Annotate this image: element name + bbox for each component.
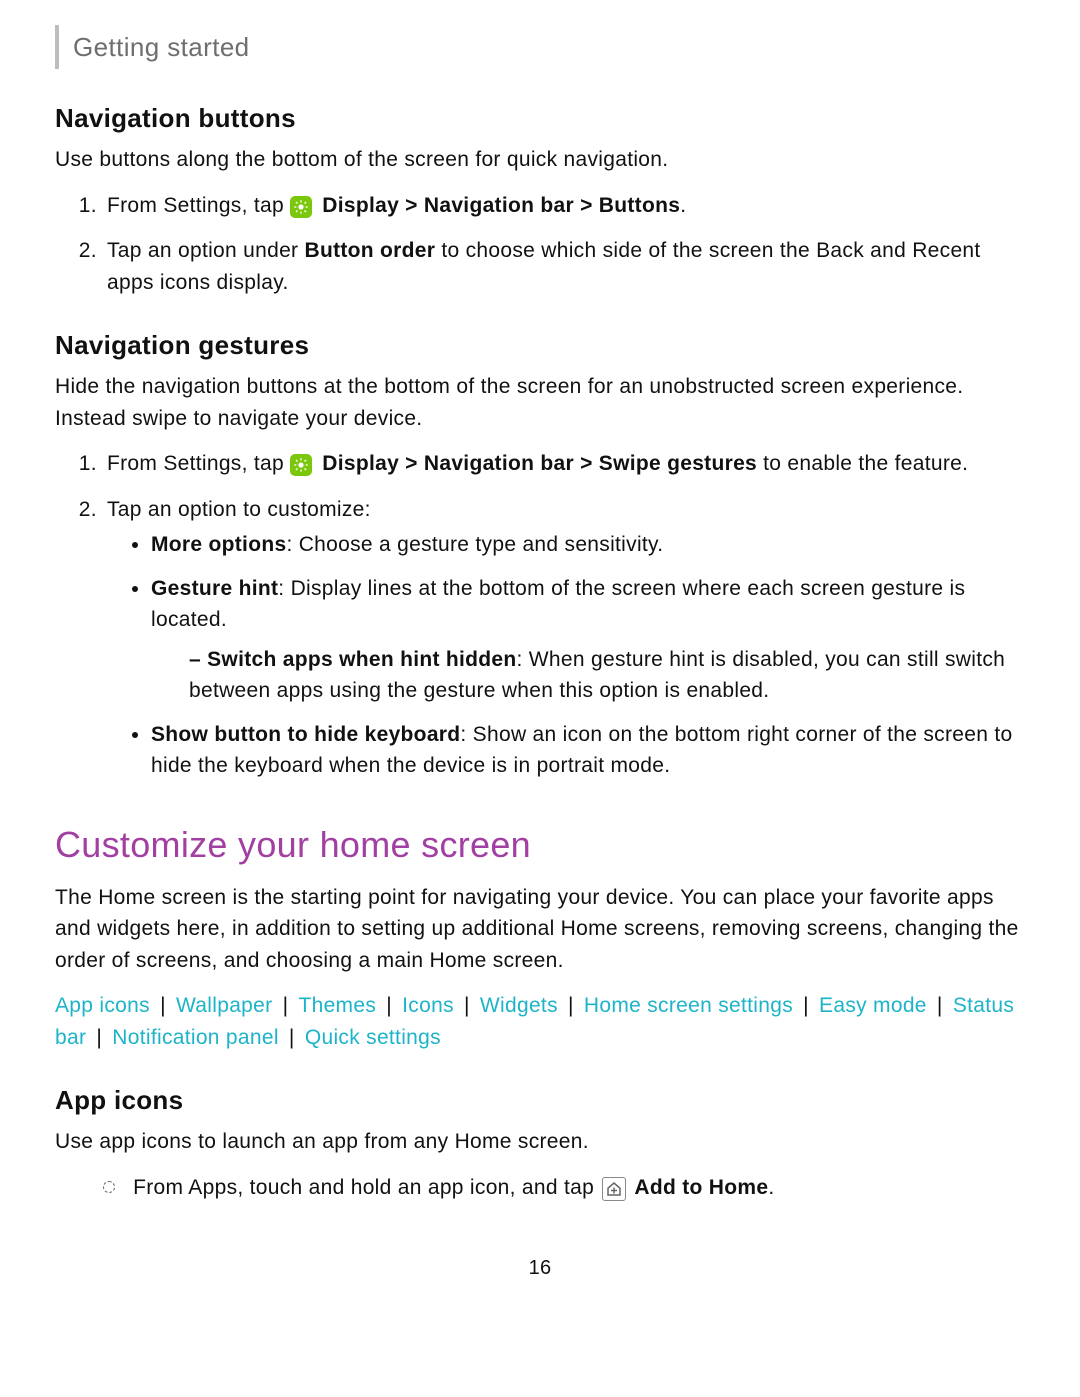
text: From Apps, touch and hold an app icon, a… xyxy=(133,1176,600,1199)
app-icons-steps: From Apps, touch and hold an app icon, a… xyxy=(55,1172,1025,1204)
link-icons[interactable]: Icons xyxy=(402,994,454,1017)
link-separator: | xyxy=(283,1026,301,1049)
option-show-button: Show button to hide keyboard: Show an ic… xyxy=(151,719,1025,782)
option-more-options: More options: Choose a gesture type and … xyxy=(151,529,1025,561)
breadcrumb: Getting started xyxy=(55,25,1025,69)
section-nav-buttons-title: Navigation buttons xyxy=(55,99,1025,138)
text: : Choose a gesture type and sensitivity. xyxy=(286,533,663,556)
page-number: 16 xyxy=(55,1253,1025,1283)
nav-gestures-steps: From Settings, tap Display > Navigation … xyxy=(55,448,1025,782)
customize-options: More options: Choose a gesture type and … xyxy=(107,529,1025,782)
text: Tap an option to customize: xyxy=(107,498,371,521)
display-icon xyxy=(290,196,312,218)
text-bold: Add to Home xyxy=(634,1176,768,1199)
link-separator: | xyxy=(276,994,294,1017)
link-separator: | xyxy=(380,994,398,1017)
text-bold: Display > Navigation bar > Buttons xyxy=(322,194,680,217)
link-widgets[interactable]: Widgets xyxy=(480,994,558,1017)
label: Show button to hide keyboard xyxy=(151,723,460,746)
label: Gesture hint xyxy=(151,577,278,600)
nav-gestures-step-2: Tap an option to customize: More options… xyxy=(103,494,1025,782)
text-bold: Button order xyxy=(304,239,435,262)
nav-buttons-intro: Use buttons along the bottom of the scre… xyxy=(55,144,1025,176)
nav-buttons-step-2: Tap an option under Button order to choo… xyxy=(103,235,1025,298)
link-app-icons[interactable]: App icons xyxy=(55,994,150,1017)
nav-buttons-steps: From Settings, tap Display > Navigation … xyxy=(55,190,1025,299)
link-separator: | xyxy=(931,994,949,1017)
link-themes[interactable]: Themes xyxy=(298,994,376,1017)
link-quick-settings[interactable]: Quick settings xyxy=(305,1026,441,1049)
link-notification-panel[interactable]: Notification panel xyxy=(112,1026,279,1049)
nav-gestures-step-1: From Settings, tap Display > Navigation … xyxy=(103,448,1025,480)
nav-gestures-intro: Hide the navigation buttons at the botto… xyxy=(55,371,1025,434)
nav-buttons-step-1: From Settings, tap Display > Navigation … xyxy=(103,190,1025,222)
text: Tap an option under xyxy=(107,239,304,262)
link-home-screen-settings[interactable]: Home screen settings xyxy=(584,994,793,1017)
customize-links: App icons | Wallpaper | Themes | Icons |… xyxy=(55,990,1025,1053)
link-separator: | xyxy=(458,994,476,1017)
text: . xyxy=(768,1176,774,1199)
sub-options: Switch apps when hint hidden: When gestu… xyxy=(151,644,1025,707)
header-bar xyxy=(55,25,59,69)
text: to enable the feature. xyxy=(757,452,968,475)
label: Switch apps when hint hidden xyxy=(207,648,516,671)
link-wallpaper[interactable]: Wallpaper xyxy=(176,994,272,1017)
add-to-home-icon xyxy=(602,1177,626,1201)
link-easy-mode[interactable]: Easy mode xyxy=(819,994,927,1017)
link-separator: | xyxy=(154,994,172,1017)
customize-intro: The Home screen is the starting point fo… xyxy=(55,882,1025,977)
link-separator: | xyxy=(562,994,580,1017)
option-switch-apps: Switch apps when hint hidden: When gestu… xyxy=(189,644,1025,707)
link-separator: | xyxy=(90,1026,108,1049)
section-app-icons-title: App icons xyxy=(55,1081,1025,1120)
header-text: Getting started xyxy=(73,28,250,67)
option-gesture-hint: Gesture hint: Display lines at the botto… xyxy=(151,573,1025,707)
section-customize-title: Customize your home screen xyxy=(55,818,1025,872)
app-icons-intro: Use app icons to launch an app from any … xyxy=(55,1126,1025,1158)
label: More options xyxy=(151,533,286,556)
app-icons-step-1: From Apps, touch and hold an app icon, a… xyxy=(103,1172,1025,1204)
display-icon xyxy=(290,454,312,476)
text: From Settings, tap xyxy=(107,452,290,475)
section-nav-gestures-title: Navigation gestures xyxy=(55,326,1025,365)
link-separator: | xyxy=(797,994,815,1017)
text-bold: Display > Navigation bar > Swipe gesture… xyxy=(322,452,757,475)
text: . xyxy=(680,194,686,217)
text: From Settings, tap xyxy=(107,194,290,217)
